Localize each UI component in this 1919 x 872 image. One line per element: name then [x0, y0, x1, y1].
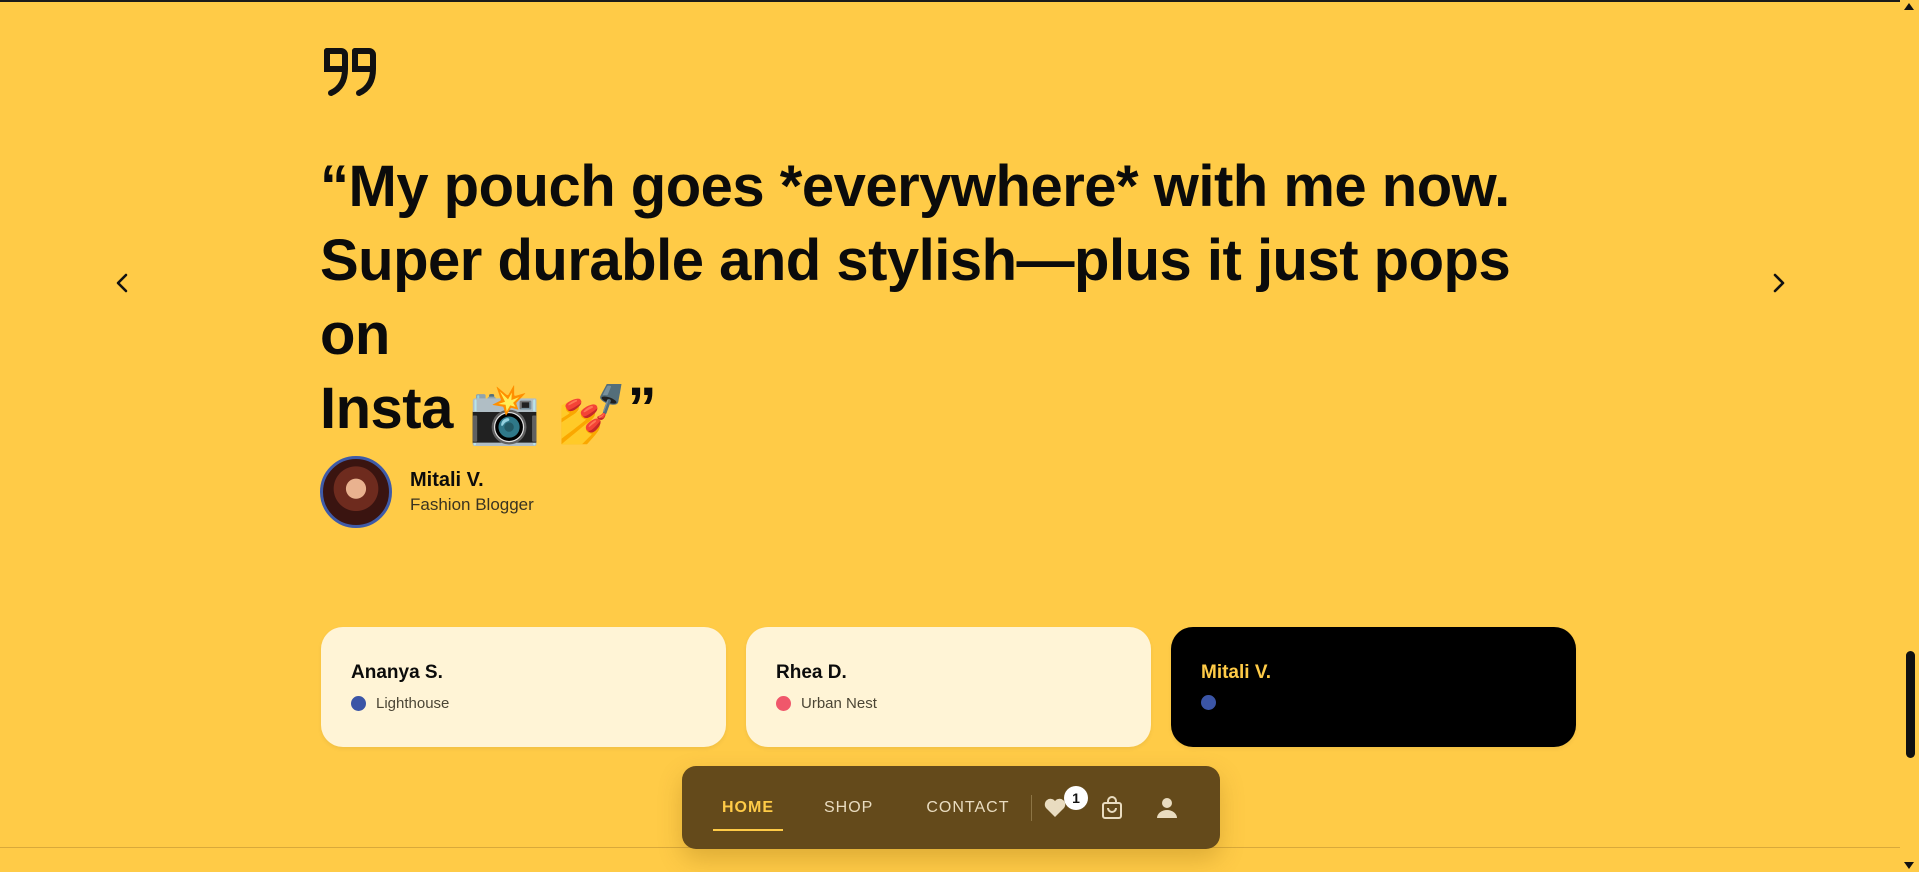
- chevron-right-icon[interactable]: [1765, 270, 1791, 296]
- card-brand: Urban Nest: [801, 695, 877, 712]
- card-brand-row: [1201, 695, 1546, 710]
- card-name: Rhea D.: [776, 662, 847, 683]
- avatar: [320, 456, 392, 528]
- testimonial-card-mitali[interactable]: Mitali V.: [1171, 627, 1576, 747]
- scroll-down-arrow-icon[interactable]: [1904, 862, 1914, 869]
- card-brand-row: Lighthouse: [351, 695, 696, 712]
- nail-polish-emoji: 💅: [555, 382, 628, 447]
- wishlist-count-badge: 1: [1064, 786, 1088, 810]
- nav-divider: [1031, 794, 1033, 821]
- brand-dot: [776, 696, 791, 711]
- scrollbar[interactable]: [1900, 0, 1919, 872]
- nav-home[interactable]: HOME: [713, 799, 783, 831]
- quote-line-1: “My pouch goes *everywhere* with me now.: [320, 154, 1510, 219]
- card-brand: Lighthouse: [376, 695, 450, 712]
- author-meta: Mitali V. Fashion Blogger: [410, 467, 534, 517]
- shopping-bag-icon[interactable]: [1099, 795, 1125, 821]
- nav-contact[interactable]: CONTACT: [926, 799, 1009, 817]
- quote-icon: [324, 48, 376, 96]
- scroll-thumb[interactable]: [1906, 651, 1915, 758]
- chevron-left-icon[interactable]: [110, 270, 136, 296]
- scroll-up-arrow-icon[interactable]: [1904, 3, 1914, 10]
- card-name: Mitali V.: [1201, 662, 1272, 683]
- quote-line-3: Insta: [320, 376, 469, 441]
- bottom-nav-bar: HOME SHOP CONTACT: [682, 766, 1220, 849]
- card-name: Ananya S.: [351, 662, 443, 683]
- brand-dot: [1201, 695, 1216, 710]
- camera-emoji: 📸: [468, 382, 541, 447]
- brand-dot: [351, 696, 366, 711]
- user-icon[interactable]: [1154, 795, 1180, 821]
- card-brand-row: Urban Nest: [776, 695, 1121, 712]
- author-name: Mitali V.: [410, 469, 484, 491]
- top-border: [0, 0, 1900, 2]
- testimonial-card-rhea[interactable]: Rhea D. Urban Nest: [746, 627, 1151, 747]
- testimonial-quote: “My pouch goes *everywhere* with me now.…: [320, 150, 1590, 452]
- testimonial-card-ananya[interactable]: Ananya S. Lighthouse: [321, 627, 726, 747]
- quote-line-2: Super durable and stylish—plus it just p…: [320, 228, 1511, 367]
- quote-close-mark: ”: [627, 376, 657, 441]
- author-role: Fashion Blogger: [410, 495, 534, 514]
- testimonial-selector: Ananya S. Lighthouse Rhea D. Urban Nest …: [321, 627, 1576, 747]
- nav-shop[interactable]: SHOP: [824, 799, 873, 817]
- testimonial-author: Mitali V. Fashion Blogger: [320, 456, 534, 528]
